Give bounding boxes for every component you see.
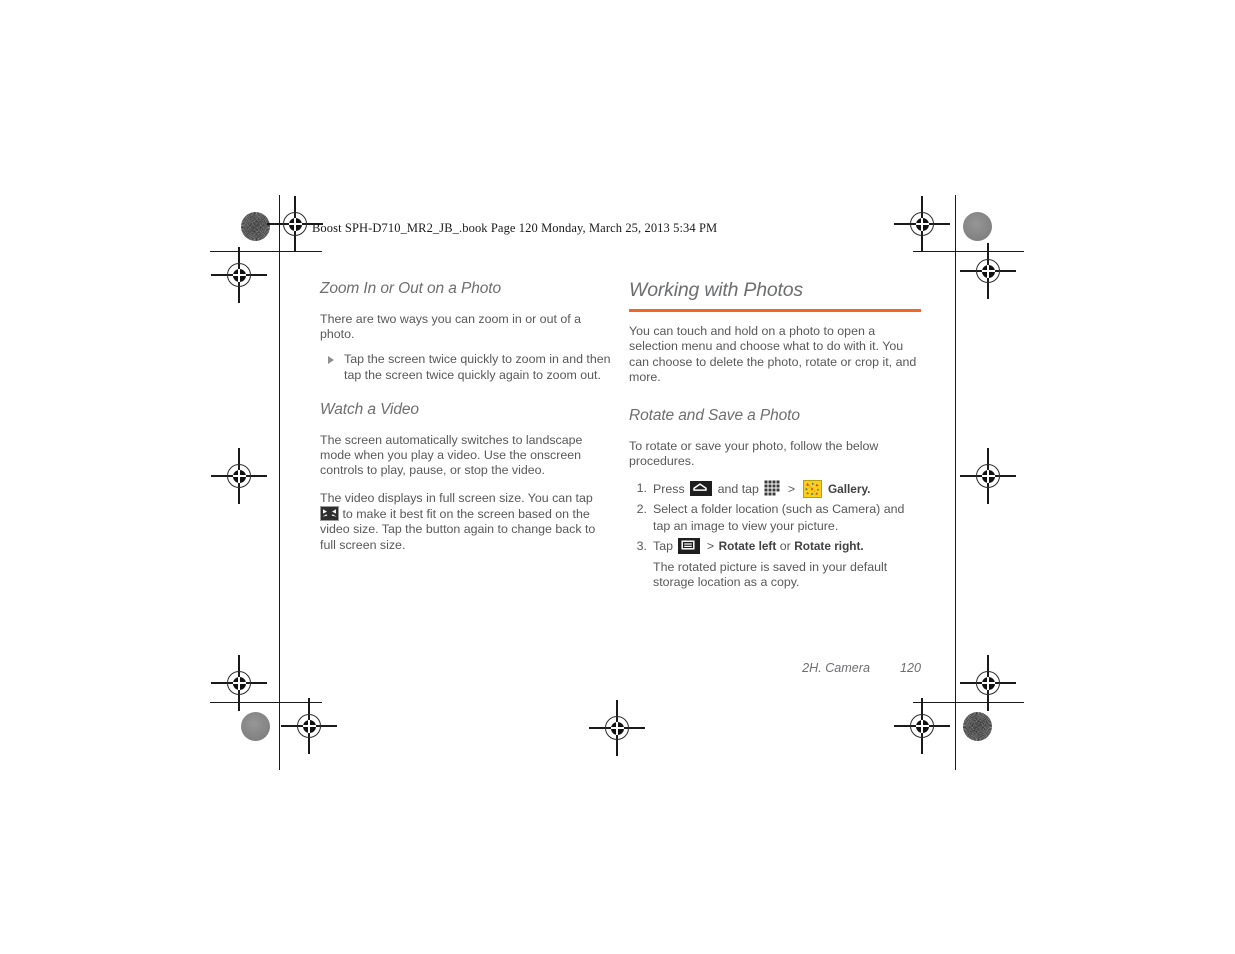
registration-mark-middle-right (960, 448, 1016, 504)
trim-line-right (955, 195, 956, 770)
registration-mark-top-right-a (894, 196, 950, 252)
trim-line-bottom-right (913, 702, 1024, 703)
registration-mark-top-left-b (211, 247, 267, 303)
step-2-text: Select a folder location (such as Camera… (653, 501, 905, 533)
halftone-target-bottom-left (241, 712, 270, 741)
step-number: 1. (636, 480, 647, 495)
trim-line-top-right (913, 251, 1024, 252)
step-1-text-after: and tap (717, 481, 759, 496)
heading-working-with-photos: Working with Photos (629, 279, 803, 301)
heading-zoom-in-or-out: Zoom In or Out on a Photo (320, 280, 502, 297)
fit-to-screen-icon (320, 506, 339, 521)
registration-mark-bottom-right-a (960, 655, 1016, 711)
page-footer: 2H. Camera 120 (629, 661, 921, 675)
list-item-step-3: 3. Tap > Rotate left or Rotate right. Th… (629, 537, 921, 591)
step-1-app-label: Gallery. (828, 481, 871, 496)
footer-page-number: 120 (899, 661, 921, 675)
registration-mark-bottom-left-b (281, 698, 337, 754)
home-key-icon (690, 480, 713, 496)
list-item: Tap the screen twice quickly to zoom in … (320, 352, 612, 383)
trim-line-bottom-left (210, 702, 322, 703)
halftone-target-top-right (963, 212, 992, 241)
step-1-separator: > (787, 481, 796, 496)
manual-page: Boost SPH-D710_MR2_JB_.book Page 120 Mon… (0, 0, 1235, 954)
registration-mark-bottom-left-a (211, 655, 267, 711)
running-header: Boost SPH-D710_MR2_JB_.book Page 120 Mon… (312, 221, 718, 235)
paragraph-rotate-lead: To rotate or save your photo, follow the… (629, 439, 879, 469)
command-rotate-right: Rotate right. (794, 538, 864, 553)
footer-chapter: 2H. Camera (802, 661, 870, 675)
printer-registration-marks (0, 0, 1235, 954)
heading-watch-a-video: Watch a Video (320, 401, 419, 418)
trim-line-top-left (210, 251, 322, 252)
right-text-column: Working with Photos You can touch and ho… (629, 279, 921, 593)
heading-rotate-and-save: Rotate and Save a Photo (629, 407, 800, 425)
arrow-bullet-icon (328, 356, 334, 365)
gallery-app-icon (802, 479, 822, 498)
menu-key-icon (678, 537, 701, 554)
paragraph-full-screen-part1: The video displays in full screen size. … (320, 490, 593, 505)
paragraph-watch-video: The screen automatically switches to lan… (320, 432, 583, 478)
paragraph-full-screen: The video displays in full screen size. … (320, 491, 612, 553)
rotate-steps-list: 1. Press and tap > Gallery. 2. Select a … (629, 479, 921, 591)
registration-mark-top-right-b (960, 243, 1016, 299)
list-item-step-2: 2. Select a folder location (such as Cam… (629, 501, 921, 535)
step-number: 2. (636, 501, 647, 516)
paragraph-working-with-photos: You can touch and hold on a photo to ope… (629, 324, 917, 384)
halftone-target-top-left (241, 212, 270, 241)
trim-line-left (279, 195, 280, 770)
step-number: 3. (636, 538, 647, 553)
zoom-bullet-list: Tap the screen twice quickly to zoom in … (320, 352, 612, 383)
step-3-text-before: Tap (653, 538, 673, 553)
paragraph-full-screen-part2: to make it best fit on the screen based … (320, 507, 596, 552)
halftone-target-bottom-right (963, 712, 992, 741)
registration-mark-bottom-right-b (894, 698, 950, 754)
command-rotate-left: Rotate left (718, 538, 777, 553)
left-text-column: Zoom In or Out on a Photo There are two … (320, 280, 612, 553)
paragraph-zoom-intro: There are two ways you can zoom in or ou… (320, 311, 582, 342)
bullet-text: Tap the screen twice quickly to zoom in … (344, 352, 611, 382)
step-3-conjunction: or (779, 538, 791, 553)
step-3-separator: > (706, 538, 715, 553)
registration-mark-bottom-center (589, 700, 645, 756)
step-3-note: The rotated picture is saved in your def… (653, 559, 888, 589)
apps-grid-icon (764, 480, 781, 496)
registration-mark-middle-left (211, 448, 267, 504)
list-item-step-1: 1. Press and tap > Gallery. (629, 479, 921, 498)
step-1-text-before: Press (653, 481, 685, 496)
